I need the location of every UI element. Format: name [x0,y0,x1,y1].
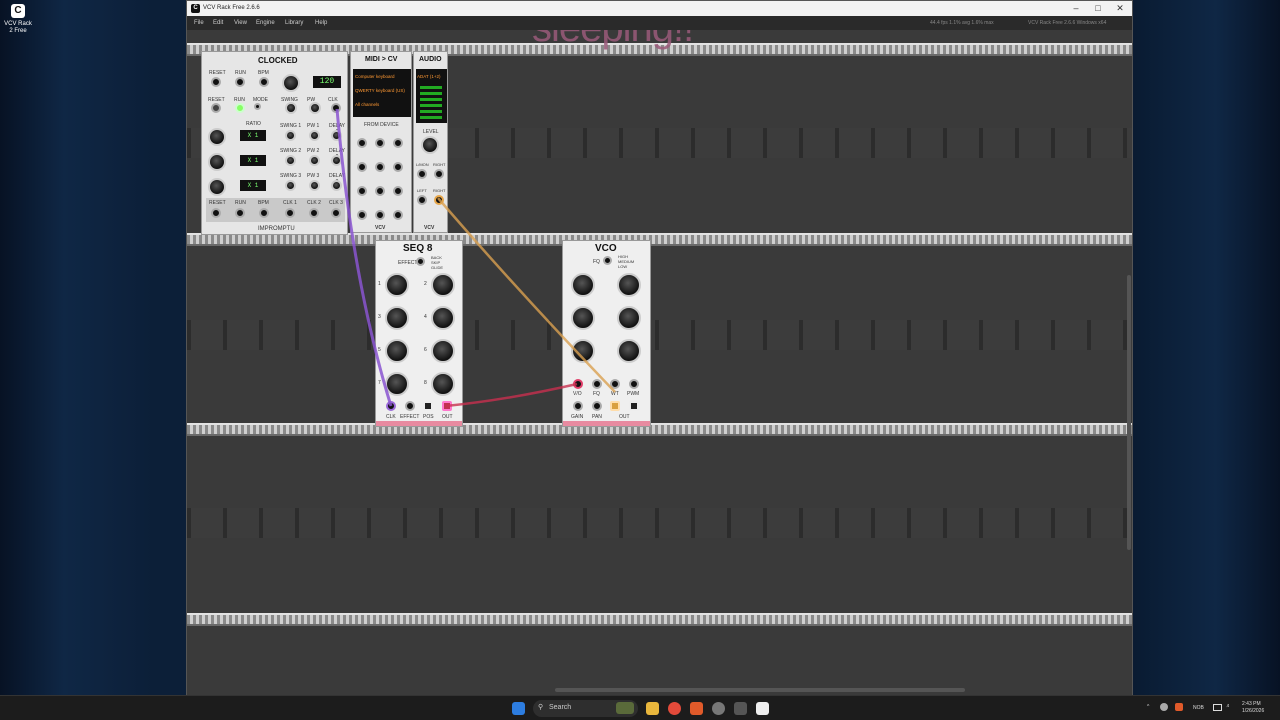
taskbar: ⚲ Search ^ NOB ♬ 2:43 PM 1/26/2026 [0,695,1280,720]
search-icon: ⚲ [538,704,544,711]
patch-cables [335,108,616,408]
menu-help[interactable]: Help [315,20,327,26]
chrome-icon[interactable] [668,702,681,715]
tray-app-icon[interactable] [1160,703,1168,711]
close-button[interactable]: ✕ [1109,1,1131,16]
file-explorer-icon[interactable] [646,702,659,715]
desktop-icon-label: VCV Rack 2 Free [4,21,32,34]
menu-bar: File Edit View Engine Library Help 44.4 … [187,16,1132,30]
maximize-button[interactable]: □ [1087,1,1109,16]
rack-canvas[interactable]: CLOCKED RESET RUN BPM 120 RESET RUN MODE… [187,30,1132,695]
app-icon: C [191,4,200,13]
system-tray: ^ NOB ♬ 2:43 PM 1/26/2026 [1145,696,1280,720]
clock-date[interactable]: 1/26/2026 [1242,708,1264,714]
menu-file[interactable]: File [194,20,204,26]
brave-icon[interactable] [690,702,703,715]
minimize-button[interactable]: – [1065,1,1087,16]
menu-library[interactable]: Library [285,20,303,26]
cable-clk-to-seq8[interactable] [335,108,393,407]
app-window: C VCV Rack Free 2.6.6 – □ ✕ File Edit Vi… [186,0,1133,695]
sleeping-overlay-text: sleeping!! [532,30,694,51]
search-label: Search [549,704,572,711]
menu-view[interactable]: View [234,20,247,26]
volume-icon[interactable]: ♬ [1226,703,1231,709]
performance-stats: 44.4 fps 1.1% avg 1.6% max [930,20,994,26]
tray-chevron-icon[interactable]: ^ [1147,704,1149,710]
vcv-rack-icon: C [11,4,25,18]
version-info: VCV Rack Free 2.6.6 Windows x64 [1028,20,1107,26]
cable-vco-to-audio[interactable] [437,197,616,393]
vcv-rack-taskbar-icon[interactable] [756,702,769,715]
search-highlight-icon [616,702,634,714]
taskbar-search[interactable]: ⚲ Search [533,700,638,717]
network-icon[interactable] [1213,704,1222,711]
title-bar[interactable]: C VCV Rack Free 2.6.6 – □ ✕ [187,1,1132,16]
app-icon[interactable] [734,702,747,715]
language-indicator[interactable]: NOB [1193,705,1204,711]
cable-seq8-to-vco[interactable] [445,382,578,408]
vertical-scrollbar[interactable] [1127,275,1131,550]
tray-app-icon[interactable] [1175,703,1183,711]
window-title: VCV Rack Free 2.6.6 [203,5,260,11]
start-icon[interactable] [512,702,525,715]
menu-engine[interactable]: Engine [256,20,275,26]
horizontal-scrollbar[interactable] [555,688,965,692]
clock-time[interactable]: 2:43 PM [1242,701,1261,707]
obs-icon[interactable] [712,702,725,715]
menu-edit[interactable]: Edit [213,20,223,26]
desktop-icon-vcv-rack[interactable]: C VCV Rack 2 Free [2,4,34,35]
